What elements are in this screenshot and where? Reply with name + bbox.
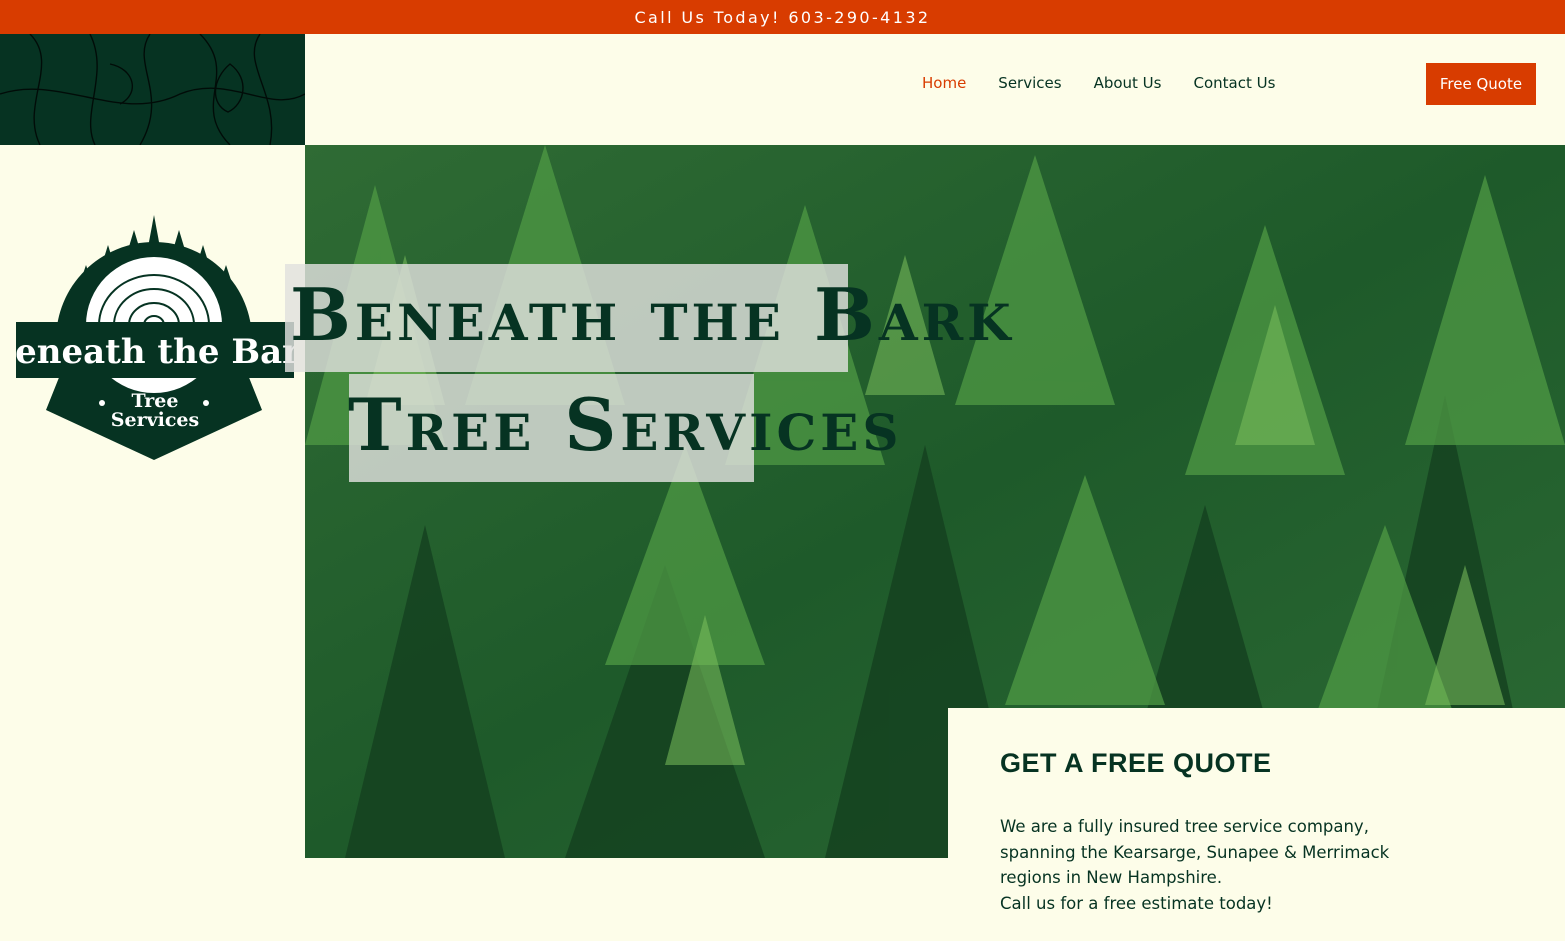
logo-sub-text-2: Services xyxy=(111,409,199,431)
wood-texture-tile xyxy=(0,34,305,145)
top-announcement-bar: Call Us Today! 603-290-4132 xyxy=(0,0,1565,34)
main-navigation: Home Services About Us Contact Us xyxy=(922,74,1275,92)
hero-title-line-1: Beneath the Bark xyxy=(290,272,1015,357)
logo-badge-graphic: Beneath the Bark Tree Services xyxy=(0,215,325,460)
nav-contact-us[interactable]: Contact Us xyxy=(1193,74,1275,92)
nav-home[interactable]: Home xyxy=(922,74,966,92)
hero-title-line-2: Tree Services xyxy=(348,382,903,467)
free-quote-panel: GET A FREE QUOTE We are a fully insured … xyxy=(948,708,1565,941)
description-line-2: spanning the Kearsarge, Sunapee & Merrim… xyxy=(1000,842,1390,862)
logo-title-text: Beneath the Bark xyxy=(16,332,294,372)
call-us-text[interactable]: Call Us Today! 603-290-4132 xyxy=(634,8,930,27)
free-quote-heading: GET A FREE QUOTE xyxy=(1000,748,1272,778)
description-line-3: regions in New Hampshire. xyxy=(1000,868,1223,887)
free-quote-description: We are a fully insured tree service comp… xyxy=(1000,814,1420,916)
nav-about-us[interactable]: About Us xyxy=(1094,74,1162,92)
description-line-4: Call us for a free estimate today! xyxy=(1000,893,1273,913)
brand-logo[interactable]: Beneath the Bark Tree Services xyxy=(0,210,325,462)
description-line-1: We are a fully insured tree service comp… xyxy=(1000,817,1369,836)
free-quote-button[interactable]: Free Quote xyxy=(1426,63,1536,105)
wood-grain-graphic xyxy=(0,34,305,145)
nav-services[interactable]: Services xyxy=(998,74,1061,92)
